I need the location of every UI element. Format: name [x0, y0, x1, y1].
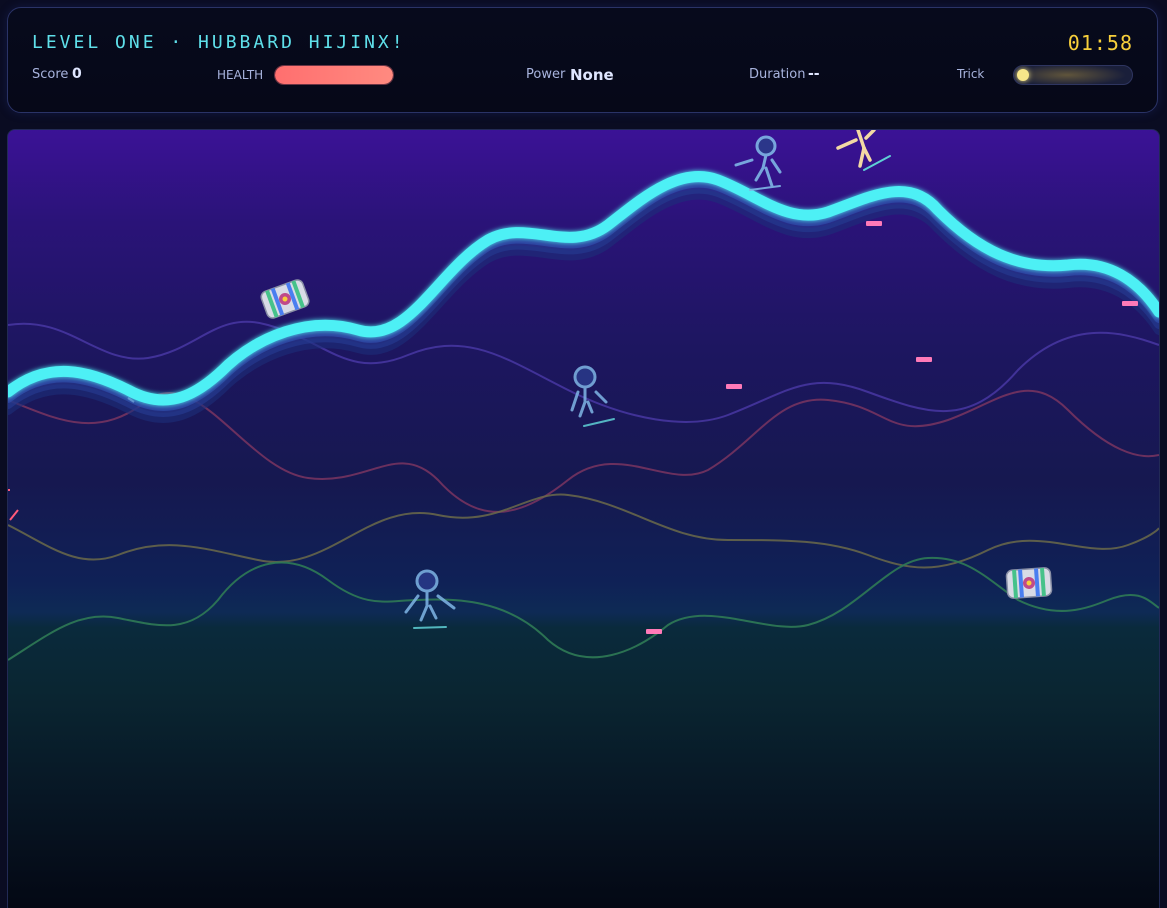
hud-panel: LEVEL ONE · HUBBARD HIJINX! 01:58 Score … [7, 7, 1158, 113]
health-label: HEALTH [217, 68, 264, 82]
game-stage[interactable] [7, 129, 1160, 908]
pink-pickup [866, 221, 882, 226]
barrel-powerup-icon[interactable] [260, 278, 311, 319]
health-bar-fill [275, 66, 393, 84]
power-label: Power [526, 67, 566, 82]
pink-pickup [1122, 301, 1138, 306]
trick-meter-knob [1017, 69, 1029, 81]
score-value: 0 [72, 66, 82, 82]
trick-meter [1013, 65, 1133, 85]
game-canvas [8, 130, 1159, 661]
pink-pickup [916, 357, 932, 362]
skier-sprite [836, 130, 891, 171]
spark [8, 489, 19, 521]
skier-sprite [570, 365, 615, 427]
timer: 01:58 [1067, 31, 1133, 55]
trick-label: Trick [957, 67, 985, 81]
level-title: LEVEL ONE · HUBBARD HIJINX! [32, 32, 406, 53]
duration-value: -- [808, 66, 820, 82]
bg-wave-green [8, 556, 1159, 661]
barrel-powerup-icon[interactable] [1005, 567, 1053, 599]
score-label: Score [32, 67, 69, 82]
skier-sprite [734, 135, 782, 191]
bg-wave-olive [8, 493, 1159, 569]
pink-pickup [726, 384, 742, 389]
duration-label: Duration [749, 67, 806, 82]
trick-meter-glow [1014, 66, 1132, 84]
pink-pickup [646, 629, 662, 634]
health-bar [274, 65, 394, 85]
power-value: None [570, 66, 614, 84]
